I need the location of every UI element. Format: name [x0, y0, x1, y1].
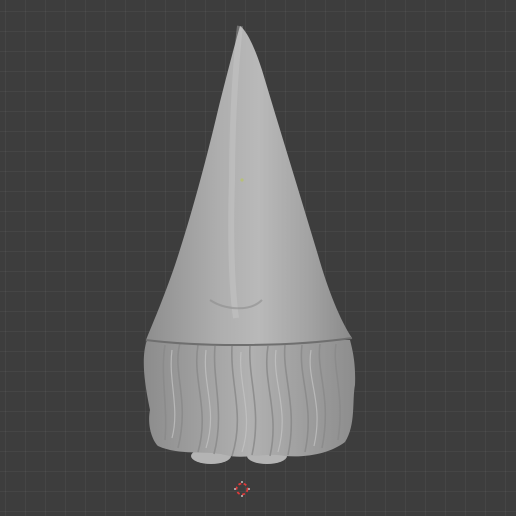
object-origin-icon — [240, 178, 244, 182]
beard[interactable] — [143, 340, 356, 457]
hat[interactable] — [145, 25, 353, 347]
3d-cursor-icon[interactable] — [234, 481, 250, 497]
viewport-scene — [143, 25, 356, 497]
3d-viewport[interactable] — [0, 0, 516, 516]
